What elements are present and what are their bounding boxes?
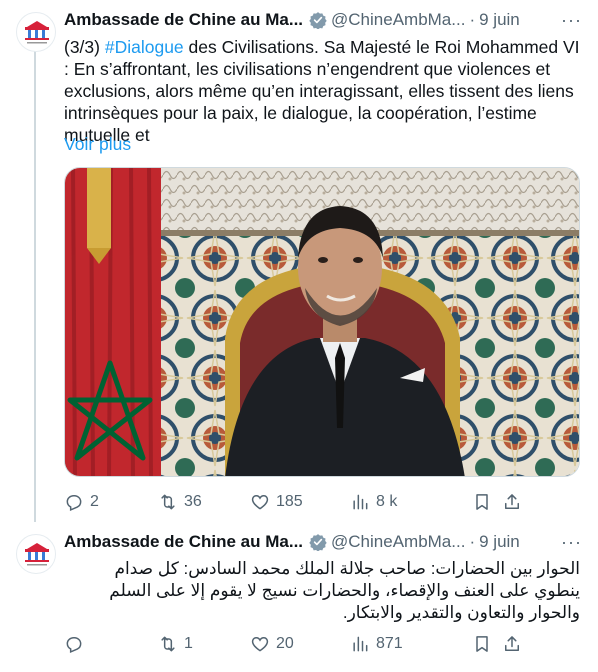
reply-button[interactable]: 2 <box>64 492 158 512</box>
avatar[interactable] <box>16 12 56 52</box>
like-button[interactable]: 185 <box>250 492 350 512</box>
action-bar: 1 20 871 <box>64 632 582 656</box>
author-name[interactable]: Ambassade de Chine au Ma... <box>64 10 303 30</box>
views-icon <box>353 636 368 652</box>
bookmark-button[interactable] <box>472 634 502 654</box>
verified-badge-icon <box>309 11 327 29</box>
view-count: 871 <box>376 635 403 652</box>
retweet-icon <box>161 494 175 510</box>
reply-button[interactable] <box>64 634 158 654</box>
reply-icon <box>66 495 82 512</box>
views-button[interactable]: 871 <box>350 634 450 654</box>
views-button[interactable]: 8 k <box>350 492 450 512</box>
text-prefix: (3/3) <box>64 37 105 57</box>
separator-dot: · <box>469 532 476 551</box>
like-icon <box>251 494 269 510</box>
tweet-text: (3/3) #Dialogue des Civilisations. Sa Ma… <box>64 36 580 146</box>
retweet-button[interactable]: 1 <box>158 634 250 654</box>
more-icon[interactable]: ··· <box>561 532 582 553</box>
like-count: 20 <box>276 635 294 652</box>
action-bar: 2 36 185 8 k <box>64 490 582 514</box>
author-handle[interactable]: @ChineAmbMa... <box>331 532 465 552</box>
tweet-photo[interactable] <box>64 167 580 477</box>
share-icon <box>505 636 519 651</box>
tweet-1[interactable]: Ambassade de Chine au Ma... @ChineAmbMa.… <box>0 0 598 522</box>
retweet-count: 1 <box>184 635 193 652</box>
like-count: 185 <box>276 493 303 510</box>
author-name[interactable]: Ambassade de Chine au Ma... <box>64 532 303 552</box>
separator-dot: · <box>469 10 476 29</box>
view-count: 8 k <box>376 493 398 510</box>
retweet-count: 36 <box>184 493 202 510</box>
like-icon <box>251 636 269 652</box>
show-more-link[interactable]: Voir plus <box>64 134 131 155</box>
author-handle[interactable]: @ChineAmbMa... <box>331 10 465 30</box>
views-icon <box>353 494 368 510</box>
tweet-text: الحوار بين الحضارات: صاحب جلالة الملك مح… <box>109 559 580 622</box>
tweet-2[interactable]: Ambassade de Chine au Ma... @ChineAmbMa.… <box>0 522 598 672</box>
timestamp[interactable]: 9 juin <box>479 10 520 30</box>
more-icon[interactable]: ··· <box>561 10 582 31</box>
share-button[interactable] <box>502 492 532 512</box>
reply-count: 2 <box>90 493 99 510</box>
hashtag-link[interactable]: #Dialogue <box>105 37 184 57</box>
thread-connector <box>34 48 36 522</box>
timestamp[interactable]: 9 juin <box>479 532 520 552</box>
bookmark-button[interactable] <box>472 492 502 512</box>
reply-icon <box>66 637 82 654</box>
like-button[interactable]: 20 <box>250 634 350 654</box>
bookmark-icon <box>476 636 488 652</box>
bookmark-icon <box>476 494 488 510</box>
retweet-icon <box>161 636 175 652</box>
tweet-header: Ambassade de Chine au Ma... @ChineAmbMa.… <box>64 530 582 554</box>
verified-badge-icon <box>309 533 327 551</box>
share-icon <box>505 494 519 509</box>
retweet-button[interactable]: 36 <box>158 492 250 512</box>
avatar[interactable] <box>16 534 56 574</box>
share-button[interactable] <box>502 634 532 654</box>
tweet-header: Ambassade de Chine au Ma... @ChineAmbMa.… <box>64 8 582 32</box>
